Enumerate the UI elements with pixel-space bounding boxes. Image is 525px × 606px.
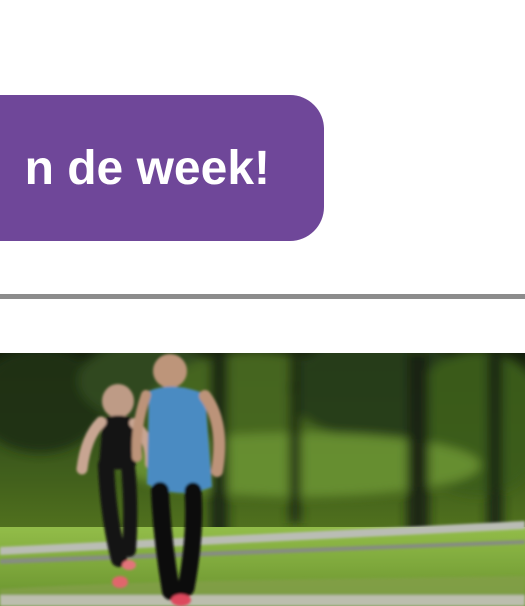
promo-button-label: n de week! bbox=[24, 141, 270, 195]
promo-button[interactable]: n de week! bbox=[0, 95, 324, 241]
running-couple-photo-icon bbox=[0, 353, 525, 606]
hero-image bbox=[0, 353, 525, 606]
divider bbox=[0, 294, 525, 299]
page: n de week! bbox=[0, 0, 525, 606]
